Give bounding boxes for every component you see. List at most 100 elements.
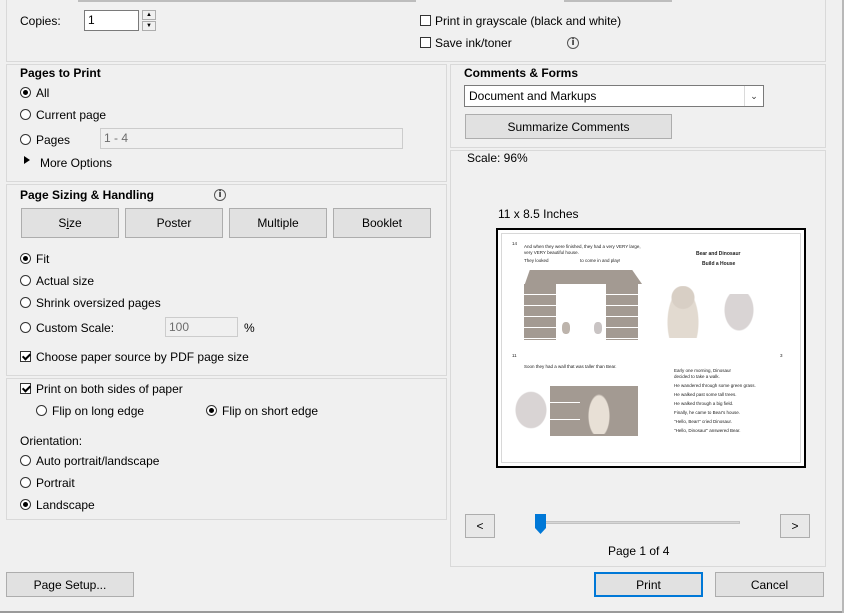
size-button[interactable]: Size: [21, 208, 119, 238]
print-label: Print: [636, 577, 661, 592]
next-page-button[interactable]: >: [780, 514, 810, 538]
paper-source-checkbox[interactable]: [20, 351, 31, 362]
radio-auto-orientation[interactable]: [20, 455, 31, 466]
more-options-label[interactable]: More Options: [40, 156, 112, 170]
pages-range-input[interactable]: 1 - 4: [100, 128, 403, 149]
thumb-text-line: "Hello, Bear!" cried Dinosaur.: [674, 419, 732, 424]
scale-label: Scale: 96%: [467, 151, 528, 165]
radio-flip-long-edge-label: Flip on long edge: [52, 404, 145, 418]
radio-actual-size-label: Actual size: [36, 274, 95, 288]
thumb-page-number: 11: [512, 353, 517, 358]
prev-page-label: <: [476, 519, 484, 533]
cancel-button[interactable]: Cancel: [715, 572, 824, 597]
dinosaur-toy-image: [722, 294, 756, 334]
radio-flip-short-edge[interactable]: [206, 405, 217, 416]
wall-image: [550, 386, 580, 436]
page-slider-track[interactable]: [540, 521, 740, 524]
grayscale-checkbox[interactable]: [420, 15, 431, 26]
radio-flip-short-edge-label: Flip on short edge: [222, 404, 319, 418]
teddy-bear-image: [588, 394, 610, 434]
top-button-stub-right: [564, 0, 672, 2]
stepper-up-icon[interactable]: ▲: [142, 10, 156, 20]
thumb-title: Bear and Dinosaur: [696, 251, 741, 257]
radio-portrait-label: Portrait: [36, 476, 75, 490]
page-setup-button[interactable]: Page Setup...: [6, 572, 134, 597]
house-wall-left-image: [524, 284, 556, 340]
radio-all-label: All: [36, 86, 50, 100]
house-roof-image: [524, 270, 642, 284]
preview-page: 14 And when they were finished, they had…: [496, 228, 806, 468]
thumb-text-line: He walked past some tall trees.: [674, 392, 737, 397]
thumb-text-line: to come in and play!: [580, 258, 621, 263]
save-ink-checkbox[interactable]: [420, 37, 431, 48]
house-wall-right-image: [606, 284, 638, 340]
dinosaur-toy-image: [514, 390, 548, 430]
radio-portrait[interactable]: [20, 477, 31, 488]
prev-page-button[interactable]: <: [465, 514, 495, 538]
stepper-down-icon[interactable]: ▼: [142, 21, 156, 31]
thumb-text-line: Soon they had a wall that was taller tha…: [524, 364, 617, 369]
thumb-subtitle: Build a House: [702, 261, 736, 267]
info-icon[interactable]: i: [567, 37, 579, 49]
copies-input[interactable]: 1: [84, 10, 139, 31]
radio-actual-size[interactable]: [20, 275, 31, 286]
thumb-text-line: He walked through a big field.: [674, 401, 734, 406]
teddy-bear-image: [666, 286, 700, 338]
top-button-stub-left: [78, 0, 416, 2]
radio-custom-scale-label: Custom Scale:: [36, 321, 115, 335]
copies-label: Copies:: [20, 14, 61, 28]
booklet-button[interactable]: Booklet: [333, 208, 431, 238]
thumb-text-line: "Hello, Dinosaur" answered Bear.: [674, 428, 741, 433]
page-setup-label: Page Setup...: [33, 577, 107, 592]
thumb-text-line: Finally, he came to Bear's house.: [674, 410, 741, 415]
radio-all[interactable]: [20, 87, 31, 98]
grayscale-label: Print in grayscale (black and white): [435, 14, 622, 28]
radio-shrink-oversized[interactable]: [20, 297, 31, 308]
radio-custom-scale[interactable]: [20, 322, 31, 333]
orientation-title: Orientation:: [20, 434, 83, 448]
multiple-button-label: Multiple: [257, 216, 299, 230]
radio-pages[interactable]: [20, 134, 31, 145]
chevron-down-icon[interactable]: ⌄: [744, 86, 763, 106]
both-sides-checkbox[interactable]: [20, 383, 31, 394]
radio-current-page-label: Current page: [36, 108, 107, 122]
summarize-comments-label: Summarize Comments: [507, 119, 630, 134]
radio-landscape[interactable]: [20, 499, 31, 510]
custom-scale-input[interactable]: 100: [165, 317, 238, 337]
next-page-label: >: [791, 519, 799, 533]
triangle-right-icon[interactable]: [24, 156, 30, 164]
page-sizing-title: Page Sizing & Handling: [20, 188, 155, 202]
pages-to-print-title: Pages to Print: [20, 66, 101, 80]
radio-flip-long-edge[interactable]: [36, 405, 47, 416]
thumb-page-number: 14: [512, 241, 518, 246]
radio-fit[interactable]: [20, 253, 31, 264]
radio-current-page[interactable]: [20, 109, 31, 120]
thumb-text-line: They looked: [524, 258, 549, 263]
comments-dropdown[interactable]: Document and Markups ⌄: [464, 85, 764, 107]
comments-forms-title: Comments & Forms: [464, 66, 579, 80]
teddy-bear-image: [562, 322, 570, 334]
print-button[interactable]: Print: [594, 572, 703, 597]
page-indicator: Page 1 of 4: [608, 544, 670, 558]
paper-size-label: 11 x 8.5 Inches: [498, 207, 579, 221]
copies-stepper[interactable]: ▲ ▼: [142, 10, 156, 31]
comments-dropdown-value: Document and Markups: [469, 89, 597, 103]
info-icon[interactable]: i: [214, 189, 226, 201]
cancel-label: Cancel: [750, 577, 789, 592]
radio-pages-label: Pages: [36, 133, 71, 147]
thumb-page-number: 3: [780, 353, 783, 358]
radio-auto-orientation-label: Auto portrait/landscape: [36, 454, 160, 468]
thumb-text-line: And when they were finished, they had a …: [524, 244, 641, 255]
percent-label: %: [244, 321, 255, 335]
radio-fit-label: Fit: [36, 252, 50, 266]
multiple-button[interactable]: Multiple: [229, 208, 327, 238]
poster-button[interactable]: Poster: [125, 208, 223, 238]
size-button-label: Size: [58, 216, 82, 230]
radio-shrink-oversized-label: Shrink oversized pages: [36, 296, 161, 310]
dinosaur-toy-image: [594, 322, 602, 334]
summarize-comments-button[interactable]: Summarize Comments: [465, 114, 672, 139]
poster-button-label: Poster: [156, 216, 192, 230]
thumb-text-block: Early one morning, Dinosaur decided to t…: [674, 368, 784, 433]
thumb-text-line: He wandered through some green grass.: [674, 383, 756, 388]
booklet-button-label: Booklet: [361, 216, 403, 230]
